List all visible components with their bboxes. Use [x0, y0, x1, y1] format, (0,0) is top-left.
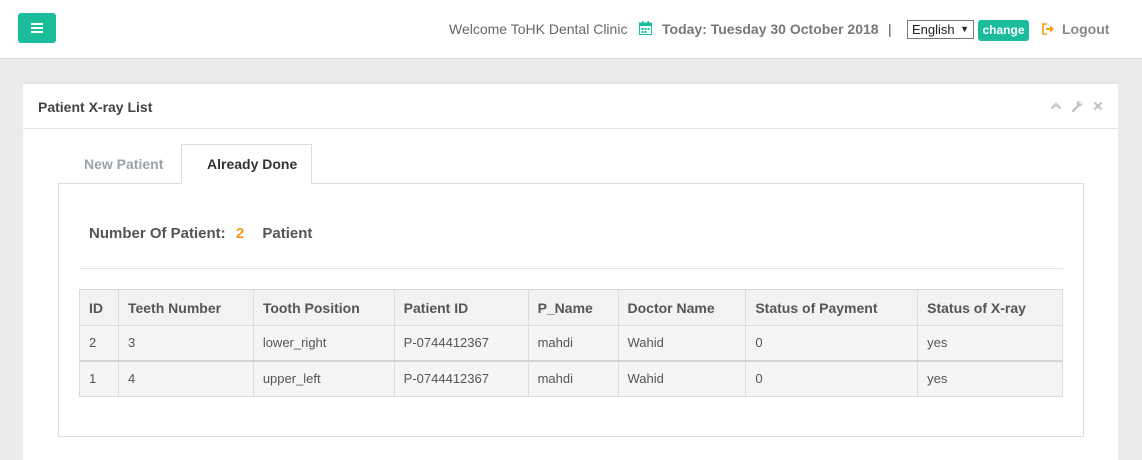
chevron-up-icon[interactable] [1050, 100, 1062, 112]
cell-id: 1 [79, 359, 119, 397]
tab-already-done[interactable]: Already Done [181, 144, 312, 184]
patient-count-label: Number Of Patient: [89, 225, 226, 242]
panel-header: Patient X-ray List [23, 84, 1118, 129]
table-row[interactable]: 2 3 lower_right P-0744412367 mahdi Wahid… [79, 325, 1063, 361]
cell-tooth-position: lower_right [252, 325, 395, 361]
change-language-button[interactable]: change [978, 20, 1029, 41]
cell-doctor-name: Wahid [617, 359, 747, 397]
logout-label: Logout [1062, 21, 1110, 37]
close-icon[interactable] [1092, 100, 1104, 112]
patient-count-suffix: Patient [262, 225, 313, 242]
cell-teeth-number: 4 [117, 359, 254, 397]
patient-count-value: 2 [235, 225, 245, 242]
table-row[interactable]: 1 4 upper_left P-0744412367 mahdi Wahid … [79, 359, 1063, 397]
cell-patient-id: P-0744412367 [393, 325, 529, 361]
column-header-status-of-payment[interactable]: Status of Payment [745, 289, 919, 326]
panel-tools [1050, 100, 1106, 114]
language-selected: English [912, 22, 955, 37]
menu-icon [31, 23, 43, 33]
tab-new-patient-label: New Patient [84, 156, 164, 172]
tab-already-done-label: Already Done [207, 156, 298, 172]
chevron-down-icon: ▼ [960, 24, 969, 34]
column-header-patient-id[interactable]: Patient ID [393, 289, 529, 326]
column-header-doctor-name[interactable]: Doctor Name [617, 289, 747, 326]
cell-status-of-xray: yes [917, 325, 1063, 361]
cell-id: 2 [79, 325, 119, 361]
column-header-status-of-xray[interactable]: Status of X-ray [917, 289, 1063, 326]
column-header-tooth-position[interactable]: Tooth Position [252, 289, 395, 326]
panel-title: Patient X-ray List [38, 99, 153, 115]
today-date: Today: Tuesday 30 October 2018 [662, 21, 879, 37]
welcome-text: Welcome ToHK Dental Clinic [449, 21, 628, 37]
menu-toggle-button[interactable] [18, 13, 56, 43]
cell-status-of-payment: 0 [745, 325, 919, 361]
separator: | [888, 21, 892, 37]
calendar-icon [639, 21, 652, 35]
cell-doctor-name: Wahid [617, 325, 747, 361]
patient-count: Number Of Patient: 2 Patient [89, 225, 312, 242]
xray-table: ID Teeth Number Tooth Position Patient I… [79, 289, 1063, 397]
cell-teeth-number: 3 [117, 325, 254, 361]
top-navbar: Welcome ToHK Dental Clinic Today: Tuesda… [0, 0, 1142, 59]
wrench-icon[interactable] [1071, 100, 1083, 112]
cell-p-name: mahdi [527, 325, 619, 361]
language-select[interactable]: English ▼ [907, 20, 974, 39]
cell-status-of-payment: 0 [745, 359, 919, 397]
cell-tooth-position: upper_left [252, 359, 395, 397]
column-header-p-name[interactable]: P_Name [527, 289, 619, 326]
column-header-teeth-number[interactable]: Teeth Number [117, 289, 254, 326]
cell-status-of-xray: yes [917, 359, 1063, 397]
cell-p-name: mahdi [527, 359, 619, 397]
cell-patient-id: P-0744412367 [393, 359, 529, 397]
tab-new-patient[interactable]: New Patient [59, 145, 181, 185]
table-header-row: ID Teeth Number Tooth Position Patient I… [79, 289, 1063, 326]
divider [79, 268, 1063, 269]
column-header-id[interactable]: ID [79, 289, 119, 326]
logout-icon [1042, 23, 1054, 35]
